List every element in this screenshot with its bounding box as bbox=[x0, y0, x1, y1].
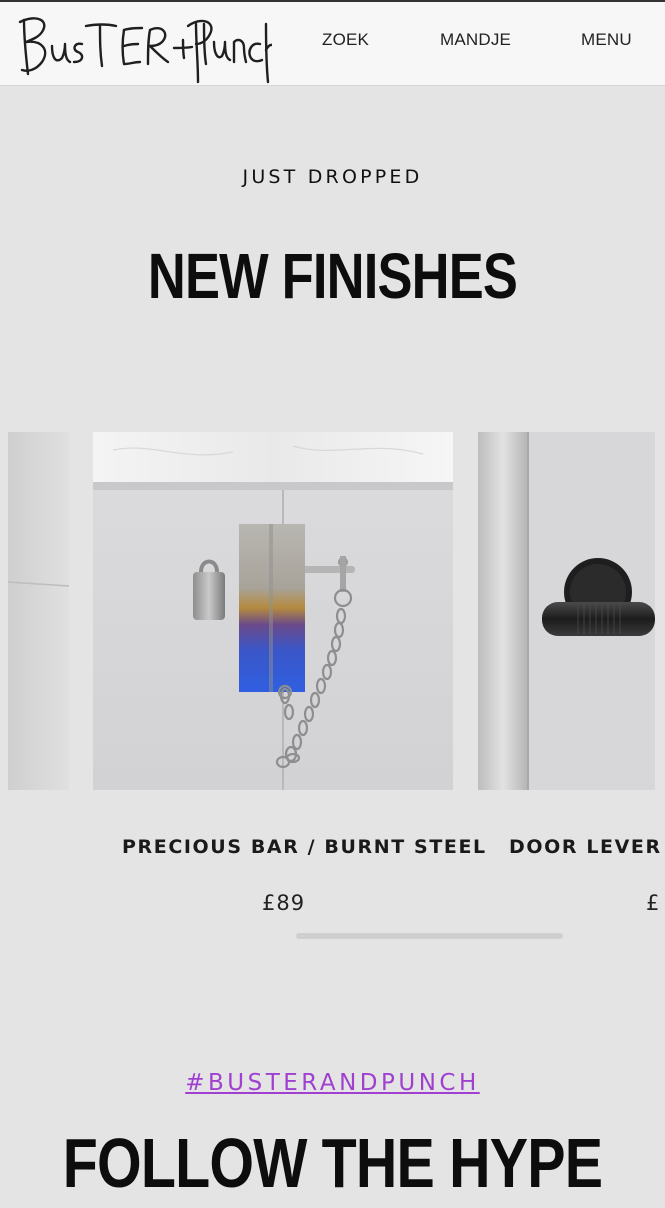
search-link[interactable]: ZOEK bbox=[322, 30, 369, 50]
product-card-title-next[interactable]: DOOR LEVER H bbox=[509, 836, 665, 858]
product-photo-door-lever bbox=[478, 432, 655, 790]
social-section-title: FOLLOW THE HYPE bbox=[62, 1124, 603, 1202]
section-title: NEW FINISHES bbox=[147, 240, 518, 312]
product-card-price-next: £ bbox=[646, 891, 661, 915]
product-card-price: £89 bbox=[262, 891, 306, 915]
hashtag-link[interactable]: #BUSTERANDPUNCH bbox=[0, 1070, 665, 1096]
product-photo-prev bbox=[8, 432, 69, 790]
menu-button[interactable]: MENU bbox=[581, 30, 632, 50]
brand-logo-wordmark bbox=[18, 17, 278, 84]
product-card-image[interactable] bbox=[93, 432, 453, 790]
product-card-image-next[interactable] bbox=[478, 432, 655, 790]
section-eyebrow: JUST DROPPED bbox=[242, 166, 423, 188]
cart-link[interactable]: MANDJE bbox=[440, 30, 511, 50]
product-card-image-prev[interactable] bbox=[8, 432, 69, 790]
carousel-scrollbar[interactable] bbox=[296, 933, 563, 939]
product-photo-precious-bar bbox=[93, 432, 453, 790]
site-header: ZOEK MANDJE MENU bbox=[0, 2, 665, 86]
brand-logo[interactable] bbox=[16, 12, 278, 84]
product-card-title[interactable]: PRECIOUS BAR / BURNT STEEL bbox=[122, 836, 487, 858]
